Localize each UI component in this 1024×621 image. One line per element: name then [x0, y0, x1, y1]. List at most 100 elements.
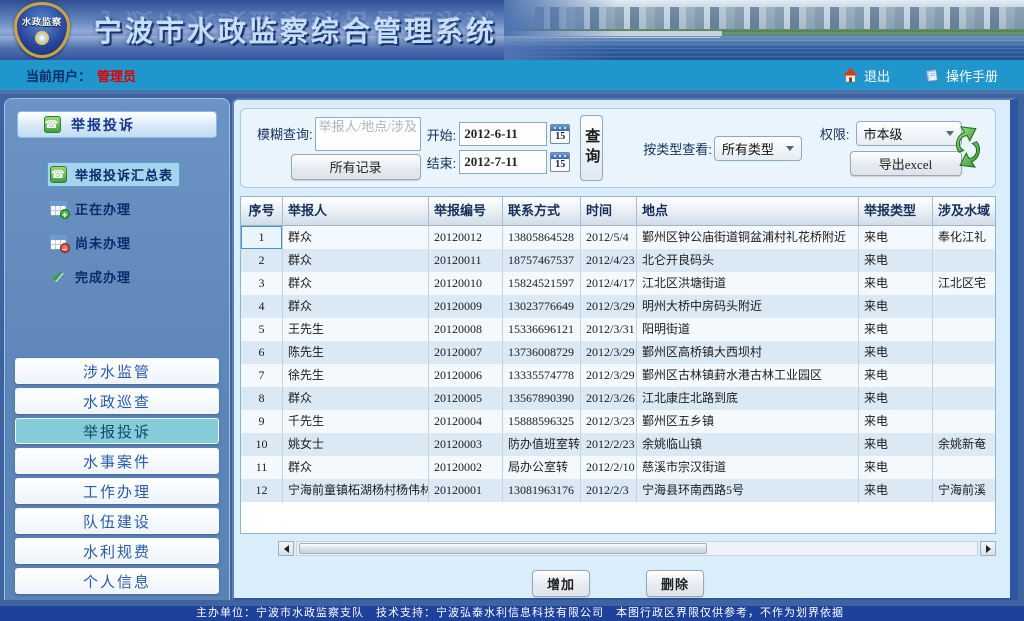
table-row[interactable]: 5王先生20120008153366961212012/3/31阳明街道来电	[241, 318, 996, 341]
table-row[interactable]: 1群众20120012138058645282012/5/4鄞州区钟公庙街道铜盆…	[241, 226, 996, 249]
table-cell	[933, 456, 996, 479]
start-date-input[interactable]	[459, 122, 547, 146]
table-cell: 20120009	[429, 295, 503, 318]
type-select[interactable]: 所有类型	[714, 136, 802, 161]
table-row[interactable]: 3群众20120010158245215972012/4/17江北区洪塘街道来电…	[241, 272, 996, 295]
add-button[interactable]: 增加	[532, 570, 590, 597]
table-cell: 2012/4/23	[581, 249, 637, 272]
all-records-button[interactable]: 所有记录	[291, 154, 421, 180]
user-bar: 当前用户： 管理员 退出 操作手册	[0, 60, 1024, 94]
sidebar-nav-item-1[interactable]: 涉水监管	[15, 358, 219, 384]
end-date-label: 结束:	[427, 153, 457, 172]
type-filter-label: 按类型查看:	[643, 139, 712, 158]
refresh-icon[interactable]	[947, 121, 989, 173]
column-header: 举报编号	[429, 197, 503, 225]
table-cell: 20120003	[429, 433, 503, 456]
sidebar-item-3[interactable]: –尚未办理	[47, 230, 138, 255]
sidebar-nav-item-2[interactable]: 水政巡查	[15, 388, 219, 414]
table-cell: 群众	[283, 295, 429, 318]
scrollbar-thumb[interactable]	[299, 543, 707, 554]
table-cell: 5	[241, 318, 283, 341]
table-row[interactable]: 10姚女士20120003防办值班室转2012/2/23余姚临山镇来电余姚新奄	[241, 433, 996, 456]
table-cell: 局办公室转	[503, 456, 581, 479]
table-cell: 2012/3/26	[581, 387, 637, 410]
table-cell	[933, 387, 996, 410]
horizontal-scrollbar[interactable]	[278, 540, 996, 557]
sidebar-nav-item-7[interactable]: 水利规费	[15, 538, 219, 564]
table-cell: 20120008	[429, 318, 503, 341]
sidebar-nav-item-5[interactable]: 工作办理	[15, 478, 219, 504]
table-cell: 2012/3/31	[581, 318, 637, 341]
table-row[interactable]: 7徐先生20120006133355747782012/3/29鄞州区古林镇葑水…	[241, 364, 996, 387]
table-cell	[933, 410, 996, 433]
table-cell: 宁海前溪	[933, 479, 996, 502]
calendar-icon[interactable]: 15	[550, 124, 570, 144]
table-body: 1群众20120012138058645282012/5/4鄞州区钟公庙街道铜盆…	[241, 226, 996, 502]
column-header: 举报人	[283, 197, 429, 225]
table-cell: 20120002	[429, 456, 503, 479]
table-cell: 2012/5/4	[581, 226, 637, 249]
sidebar-module-nav: 涉水监管水政巡查举报投诉水事案件工作办理队伍建设水利规费个人信息	[13, 358, 221, 594]
table-cell: 群众	[283, 456, 429, 479]
table-cell: 20120007	[429, 341, 503, 364]
table-cell: 20120011	[429, 249, 503, 272]
table-row[interactable]: 2群众20120011187574675372012/4/23北仑开良码头来电	[241, 249, 996, 272]
table-cell: 陈先生	[283, 341, 429, 364]
table-cell: 阳明街道	[637, 318, 859, 341]
table-cell: 来电	[859, 226, 933, 249]
delete-button[interactable]: 删除	[646, 570, 704, 597]
phone-icon: ☎	[50, 166, 67, 183]
permission-select[interactable]: 市本级	[856, 121, 962, 146]
column-header: 联系方式	[503, 197, 581, 225]
table-row[interactable]: 12宁海前童镇柘湖杨村杨伟林20120001130819631762012/2/…	[241, 479, 996, 502]
table-cell: 2	[241, 249, 283, 272]
table-cell: 江北区宅	[933, 272, 996, 295]
sidebar-nav-item-8[interactable]: 个人信息	[15, 568, 219, 594]
table-header-row: 序号举报人举报编号联系方式时间地点举报类型涉及水域	[241, 197, 996, 226]
column-header: 涉及水域	[933, 197, 996, 225]
table-cell: 群众	[283, 249, 429, 272]
footer: 主办单位：宁波市水政监察支队 技术支持：宁波弘泰水利信息科技有限公司 本图行政区…	[0, 606, 1024, 621]
sidebar-item-2[interactable]: +正在办理	[47, 196, 138, 221]
table-remove-icon: –	[50, 235, 67, 250]
calendar-icon[interactable]: 15	[550, 152, 570, 172]
sidebar-section-header[interactable]: ☎ 举报投诉	[17, 111, 217, 138]
table-cell	[933, 364, 996, 387]
scrollbar-track[interactable]	[296, 541, 978, 556]
table-cell: 鄞州区钟公庙街道铜盆浦村礼花桥附近	[637, 226, 859, 249]
scroll-right-arrow[interactable]	[980, 541, 996, 556]
table-row[interactable]: 11群众20120002局办公室转2012/2/10慈溪市宗汉街道来电	[241, 456, 996, 479]
table-cell: 15824521597	[503, 272, 581, 295]
home-icon	[843, 68, 858, 82]
column-header: 序号	[241, 197, 283, 225]
report-table: 序号举报人举报编号联系方式时间地点举报类型涉及水域 1群众20120012138…	[240, 196, 996, 534]
sidebar-nav-item-6[interactable]: 队伍建设	[15, 508, 219, 534]
table-cell	[933, 295, 996, 318]
table-cell: 20120004	[429, 410, 503, 433]
sidebar-item-1[interactable]: ☎举报投诉汇总表	[47, 162, 180, 187]
table-cell: 20120012	[429, 226, 503, 249]
table-cell: 来电	[859, 479, 933, 502]
table-cell: 2012/2/3	[581, 479, 637, 502]
table-cell: 13567890390	[503, 387, 581, 410]
sidebar-item-4[interactable]: ✔完成办理	[47, 264, 138, 289]
app-window: 水政监察 宁波市水政监察综合管理系统 宁波市水政监察综合管理系统 当前用户： 管…	[0, 0, 1024, 621]
sidebar-nav-item-4[interactable]: 水事案件	[15, 448, 219, 474]
table-row[interactable]: 9千先生20120004158885963252012/3/23鄞州区五乡镇来电	[241, 410, 996, 433]
sidebar-nav-item-3[interactable]: 举报投诉	[15, 418, 219, 444]
export-excel-button[interactable]: 导出excel	[850, 151, 962, 176]
scroll-left-arrow[interactable]	[278, 541, 294, 556]
table-row[interactable]: 8群众20120005135678903902012/3/26江北康庄北路到底来…	[241, 387, 996, 410]
table-cell	[933, 249, 996, 272]
fuzzy-query-input[interactable]	[315, 117, 421, 151]
table-row[interactable]: 6陈先生20120007137360087292012/3/29鄞州区高桥镇大西…	[241, 341, 996, 364]
dropdown-arrow-icon	[786, 146, 794, 151]
table-cell: 明州大桥中房码头附近	[637, 295, 859, 318]
table-cell: 王先生	[283, 318, 429, 341]
logout-button[interactable]: 退出	[843, 66, 890, 85]
end-date-input[interactable]	[459, 150, 547, 174]
table-row[interactable]: 4群众20120009130237766492012/3/29明州大桥中房码头附…	[241, 295, 996, 318]
manual-button[interactable]: 操作手册	[924, 66, 998, 85]
search-button[interactable]: 查询	[580, 115, 603, 181]
table-cell: 12	[241, 479, 283, 502]
